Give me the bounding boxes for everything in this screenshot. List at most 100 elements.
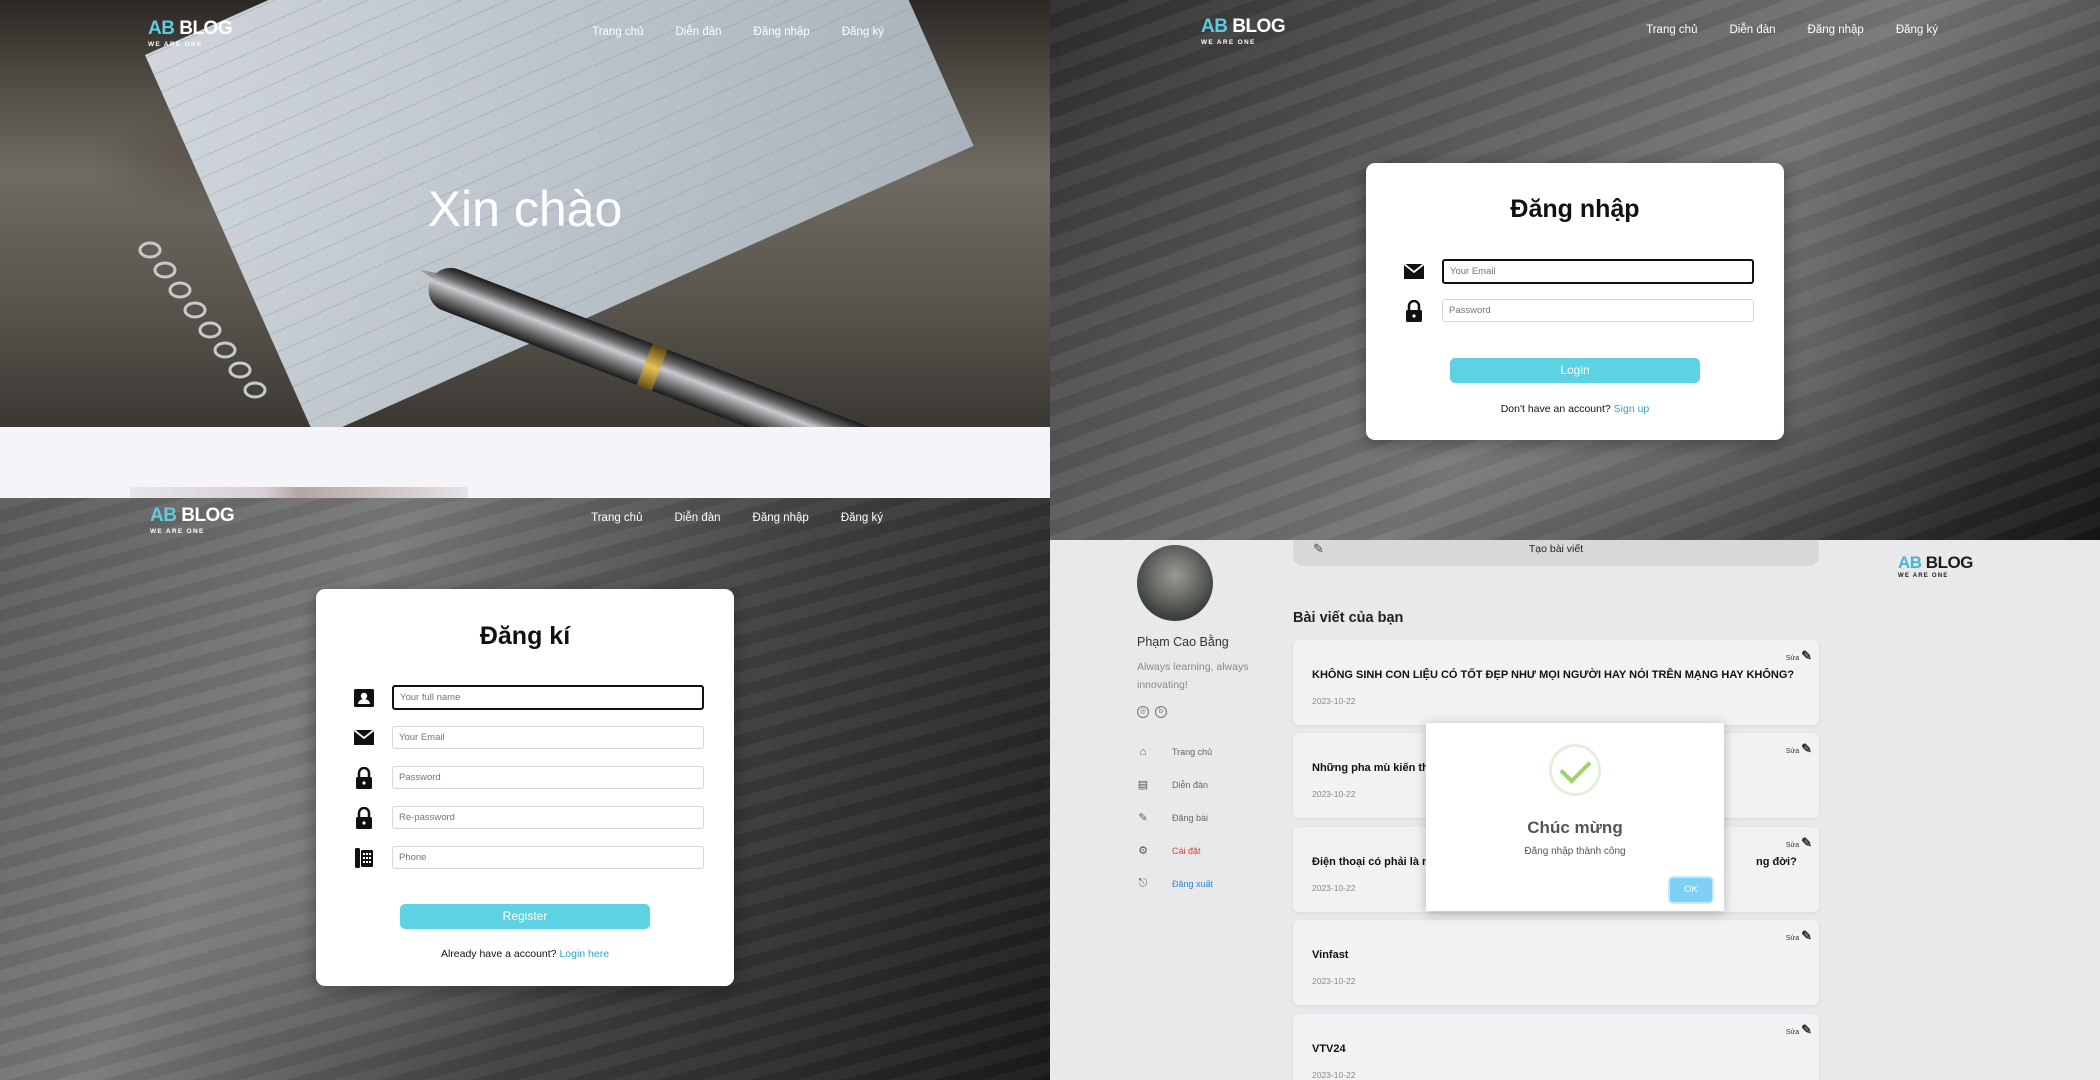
envelope-icon [354,728,374,748]
edit-post-button[interactable]: Sửa ✎ [1786,1022,1812,1038]
logout-icon: ⎋ [1138,877,1148,889]
dashboard-screen: Phạm Cao Bằng Always learning, always in… [1050,540,2100,1080]
create-post-button[interactable]: ✎ Tạo bài viết [1293,540,1819,566]
nav-home[interactable]: Trang chủ [592,26,643,38]
edit-post-button[interactable]: Sửa ✎ [1786,928,1812,944]
logo[interactable]: AB BLOG WE ARE ONE [148,18,233,48]
sidebar-item-label: Cài đặt [1172,845,1201,856]
logo-ab: AB [1898,553,1922,572]
post-card[interactable]: Sửa ✎ KHÔNG SINH CON LIỆU CÓ TỐT ĐẸP NHƯ … [1293,640,1819,725]
post-title[interactable]: Những pha mù kiến th [1312,762,1429,774]
nav-login[interactable]: Đăng nhập [1808,24,1864,36]
logo-blog: BLOG [179,18,233,39]
post-card[interactable]: Sửa ✎ VTV24 2023-10-22 [1293,1014,1819,1080]
register-form: Đăng kí Your full name Your Email Passwo… [316,589,734,986]
section-title: Bài viết của bạn [1293,610,1404,626]
lock-icon [1404,299,1424,322]
nav-home[interactable]: Trang chủ [1646,24,1697,36]
email-row [1404,259,1754,284]
nav-register[interactable]: Đăng ký [842,26,884,38]
signup-prompt: Don't have an account? Sign up [1366,403,1784,415]
phone-input[interactable] [392,846,704,869]
logo-blog: BLOG [181,505,235,526]
edit-icon: ✎ [1313,541,1324,556]
logo-blog: BLOG [1232,16,1286,37]
post-title[interactable]: Vinfast [1312,949,1348,961]
sidebar-item-post[interactable]: ✎ Đăng bài [1136,801,1213,834]
nav-forum[interactable]: Diễn đàn [674,512,720,524]
email-input[interactable] [1442,259,1754,284]
login-prompt: Already have a account? Login here [316,948,734,960]
pencil-icon: ✎ [1801,1022,1812,1037]
nav-login[interactable]: Đăng nhập [753,512,809,524]
register-button[interactable]: Register [400,904,650,929]
signup-prompt-text: Don't have an account? [1500,403,1611,415]
fullname-input[interactable] [392,685,704,710]
logo[interactable]: AB BLOG WE ARE ONE [150,505,235,535]
password-row [354,766,704,789]
home-icon: ⌂ [1139,745,1147,758]
password-input[interactable] [392,766,704,789]
edit-post-button[interactable]: Sửa ✎ [1786,835,1812,851]
password-input[interactable] [1442,299,1754,322]
behance-icon[interactable]: b [1155,706,1167,718]
post-title[interactable]: VTV24 [1312,1043,1346,1055]
sidebar-item-forum[interactable]: ▤ Diễn đàn [1136,768,1213,801]
pencil-icon: ✎ [1801,835,1812,850]
edit-post-button[interactable]: Sửa ✎ [1786,741,1812,757]
login-form: Đăng nhập Login Don't have an account? S… [1366,163,1784,440]
signup-link[interactable]: Sign up [1614,403,1650,415]
edit-post-button[interactable]: Sửa ✎ [1786,648,1812,664]
email-input[interactable] [392,726,704,749]
logo-blog: BLOG [1925,553,1974,572]
post-date: 2023-10-22 [1312,696,1356,706]
pencil-icon: ✎ [1801,928,1812,943]
notebook-rings [138,241,267,399]
login-title: Đăng nhập [1510,195,1640,223]
edit-label: Sửa [1785,655,1800,662]
user-bio: Always learning, always innovating! [1137,661,1249,691]
logo[interactable]: AB BLOG WE ARE ONE [1201,16,1286,46]
nav-menu: Trang chủ Diễn đàn Đăng nhập Đăng ký [591,512,1050,524]
register-screen: AB BLOG WE ARE ONE Trang chủ Diễn đàn Đă… [0,498,1050,1080]
pencil-icon: ✎ [1801,741,1812,756]
register-title: Đăng kí [479,622,571,650]
phone-icon [354,847,374,868]
login-button[interactable]: Login [1450,358,1700,383]
sidebar-item-label: Đăng xuất [1172,878,1214,889]
nav-menu: Trang chủ Diễn đàn Đăng nhập Đăng ký [1646,24,2100,36]
ok-button[interactable]: OK [1670,878,1712,902]
post-title[interactable]: KHÔNG SINH CON LIỆU CÓ TỐT ĐẸP NHƯ MỌI N… [1312,669,1794,681]
sidebar-item-label: Trang chủ [1172,746,1213,757]
dribbble-icon[interactable]: ◎ [1137,706,1149,718]
nav-forum[interactable]: Diễn đàn [675,26,721,38]
repassword-input[interactable] [392,806,704,829]
post-image-thumbnail[interactable] [130,487,468,498]
logo-tagline: WE ARE ONE [148,41,203,48]
nav-login[interactable]: Đăng nhập [754,26,810,38]
login-link[interactable]: Login here [559,948,609,960]
sidebar-item-logout[interactable]: ⎋ Đăng xuất [1136,867,1213,900]
lock-icon [354,766,374,789]
sidebar-item-label: Diễn đàn [1172,779,1209,790]
hero-title: Xin chào [427,181,623,237]
post-title[interactable]: Điện thoại có phải là n [1312,856,1429,868]
edit-label: Sửa [1785,748,1800,755]
sidebar-nav: ⌂ Trang chủ ▤ Diễn đàn ✎ Đăng bài ⚙ Cài đặt … [1136,735,1213,900]
login-prompt-text: Already have a account? [440,948,557,960]
sidebar-item-settings[interactable]: ⚙ Cài đặt [1136,834,1213,867]
logo-tagline: WE ARE ONE [1898,573,1949,579]
check-icon [1549,744,1601,796]
nav-register[interactable]: Đăng ký [1896,24,1938,36]
sidebar-item-home[interactable]: ⌂ Trang chủ [1136,735,1213,768]
post-date: 2023-10-22 [1312,883,1356,893]
success-modal: Chúc mừng Đăng nhập thành công OK [1426,723,1724,911]
post-card[interactable]: Sửa ✎ Vinfast 2023-10-22 [1293,920,1819,1005]
nav-register[interactable]: Đăng ký [841,512,883,524]
logo[interactable]: AB BLOG WE ARE ONE [1898,553,1973,579]
nav-home[interactable]: Trang chủ [591,512,642,524]
nav-forum[interactable]: Diễn đàn [1729,24,1775,36]
post-date: 2023-10-22 [1312,976,1356,986]
avatar[interactable] [1137,545,1213,621]
create-post-label: Tạo bài viết [1528,543,1584,555]
